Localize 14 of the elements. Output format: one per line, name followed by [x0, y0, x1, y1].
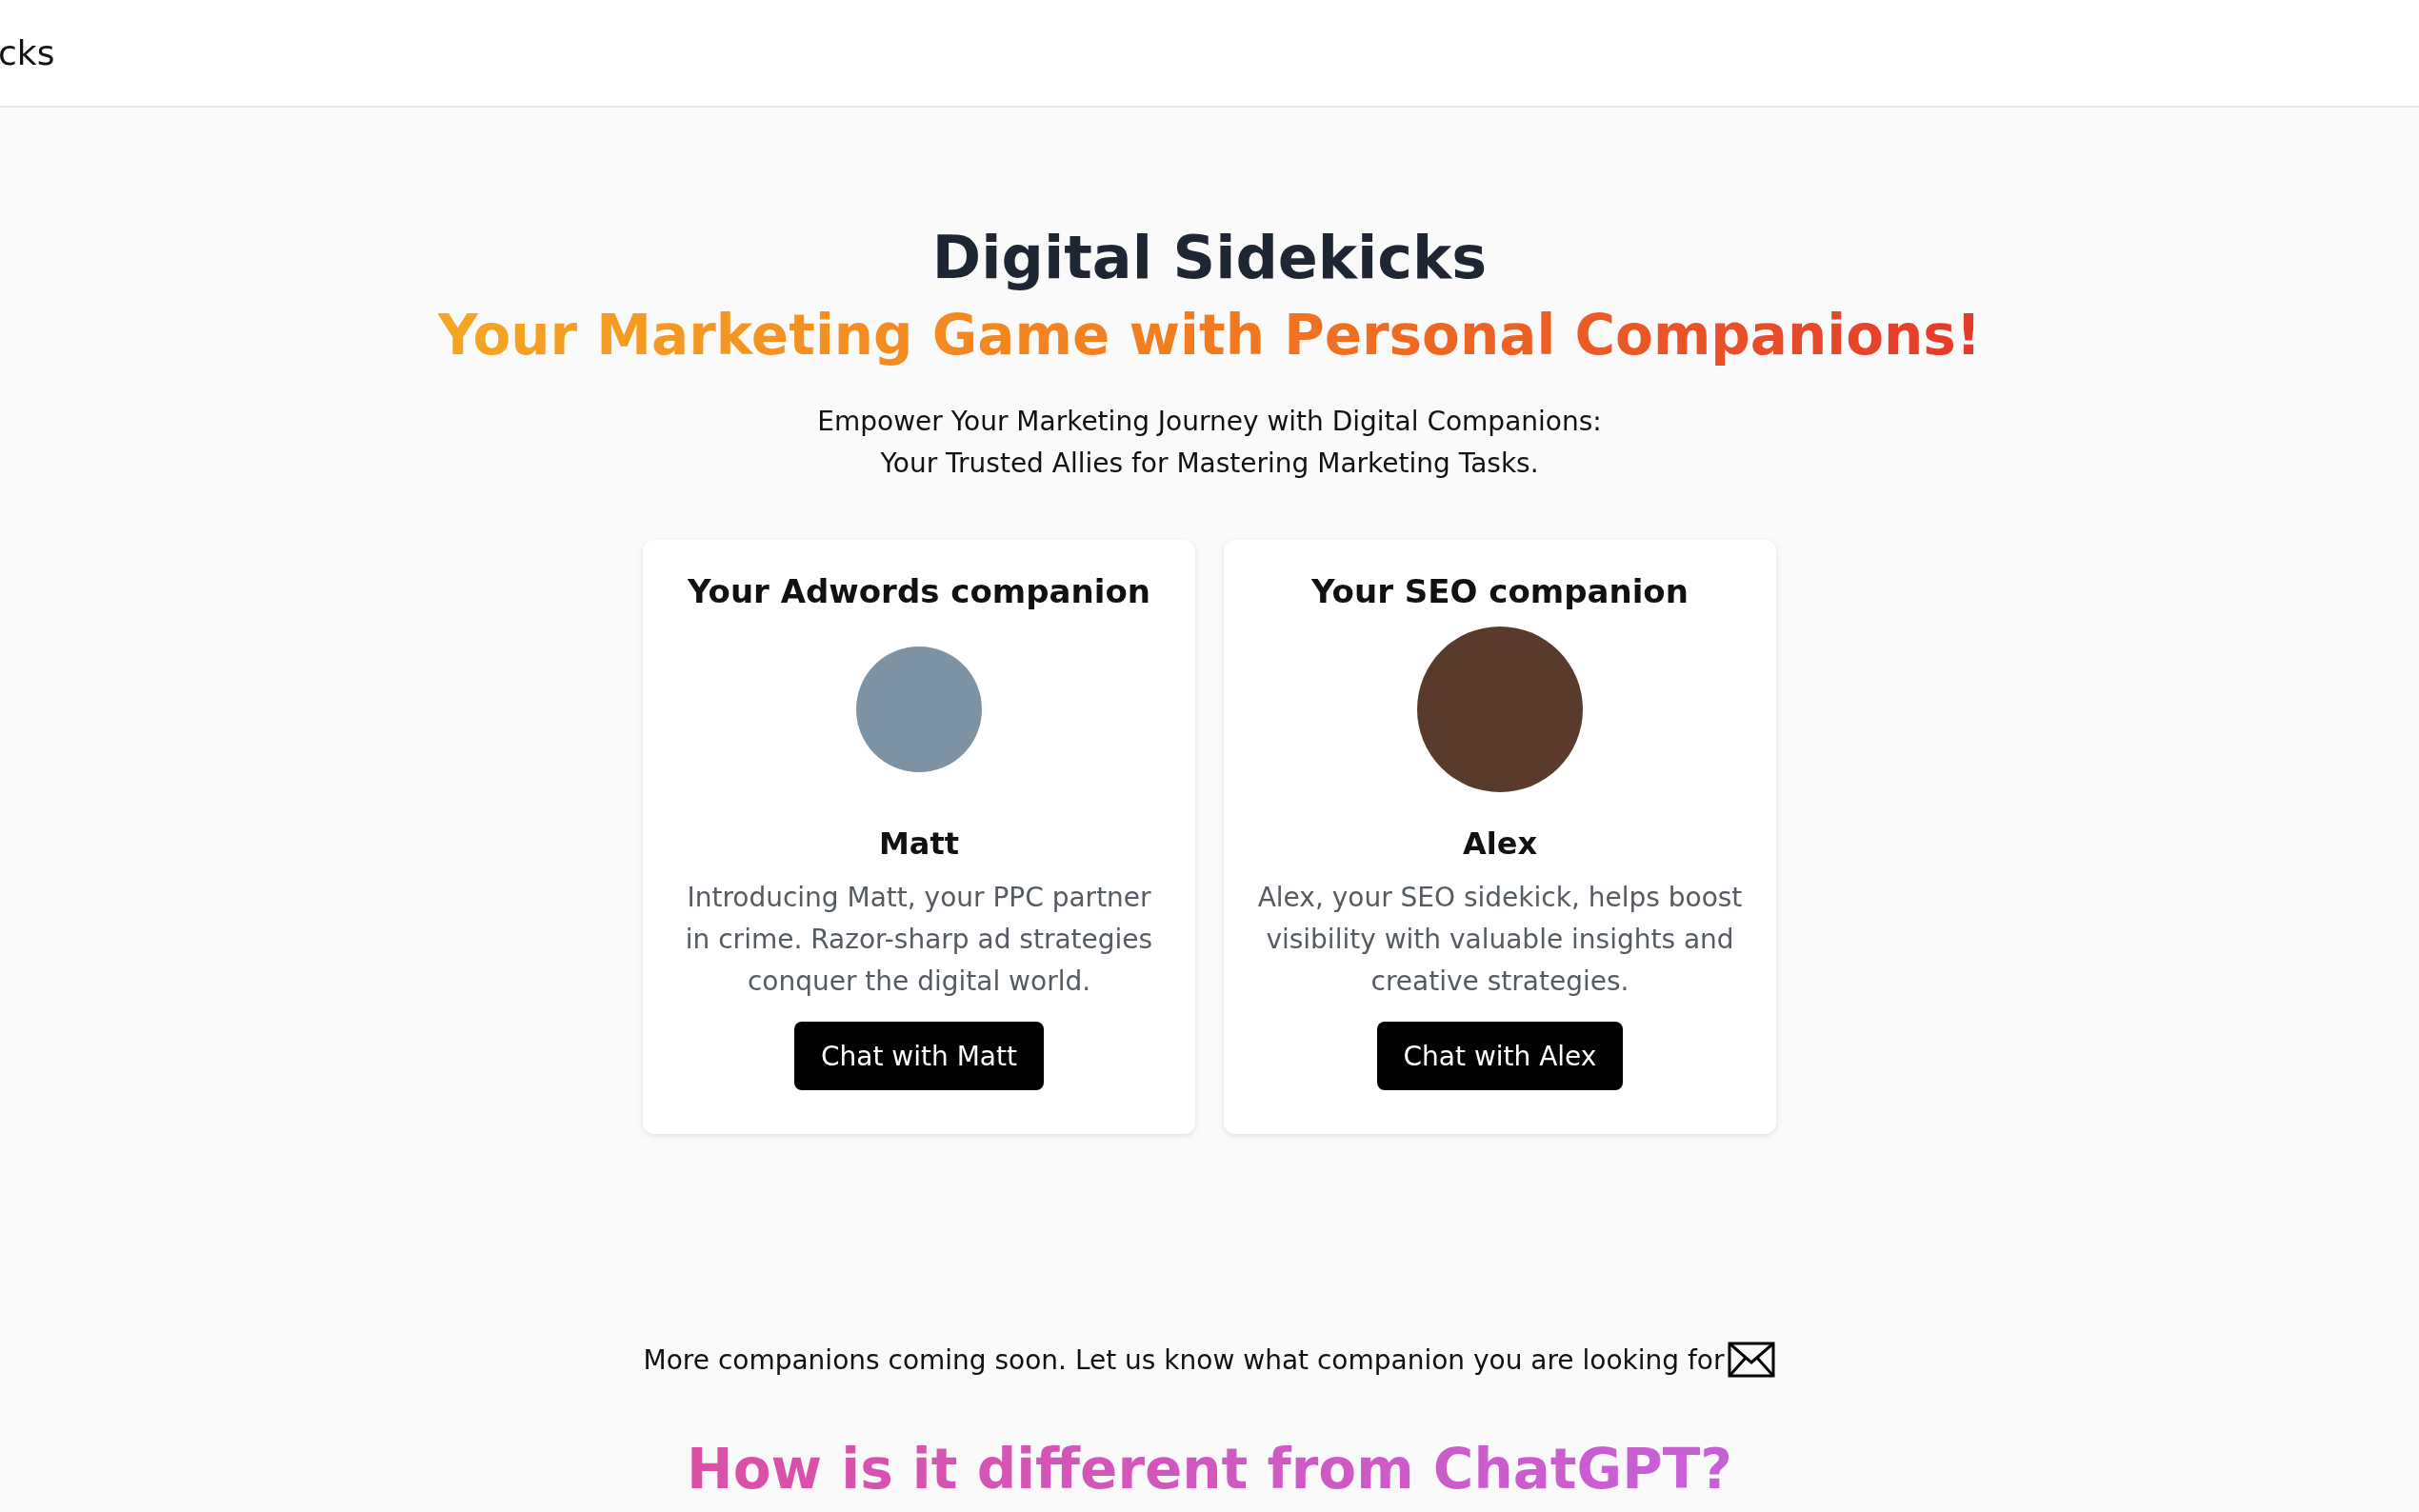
footer-note: More companions coming soon. Let us know what companion you are looking for	[643, 1343, 1725, 1376]
intro-text: Your Trusted Allies for Mastering Marketing Tasks.	[880, 447, 1539, 481]
chat-button[interactable]: Chat with Matt	[794, 1022, 1044, 1090]
card-heading: Your SEO companion	[1311, 571, 1689, 612]
companion-name: Matt	[879, 825, 959, 864]
companion-description: Alex, your SEO sidekick, helps boost visibility with valuable insights and creative strategies.	[1256, 881, 1744, 999]
companion-name: Alex	[1462, 825, 1538, 864]
intro-text: Empower Your Marketing Journey with Digital Companions:	[817, 405, 1602, 439]
page-title: Digital Sidekicks	[931, 222, 1488, 294]
companion-description: Introducing Matt, your PPC partner in crime. Razor-sharp ad strategies conquer the digital world.	[684, 881, 1154, 999]
mail-icon[interactable]	[1728, 1342, 1776, 1378]
card-heading: Your Adwords companion	[688, 571, 1150, 612]
brand-name: cks	[0, 33, 55, 72]
chat-button[interactable]: Chat with Alex	[1376, 1022, 1624, 1090]
